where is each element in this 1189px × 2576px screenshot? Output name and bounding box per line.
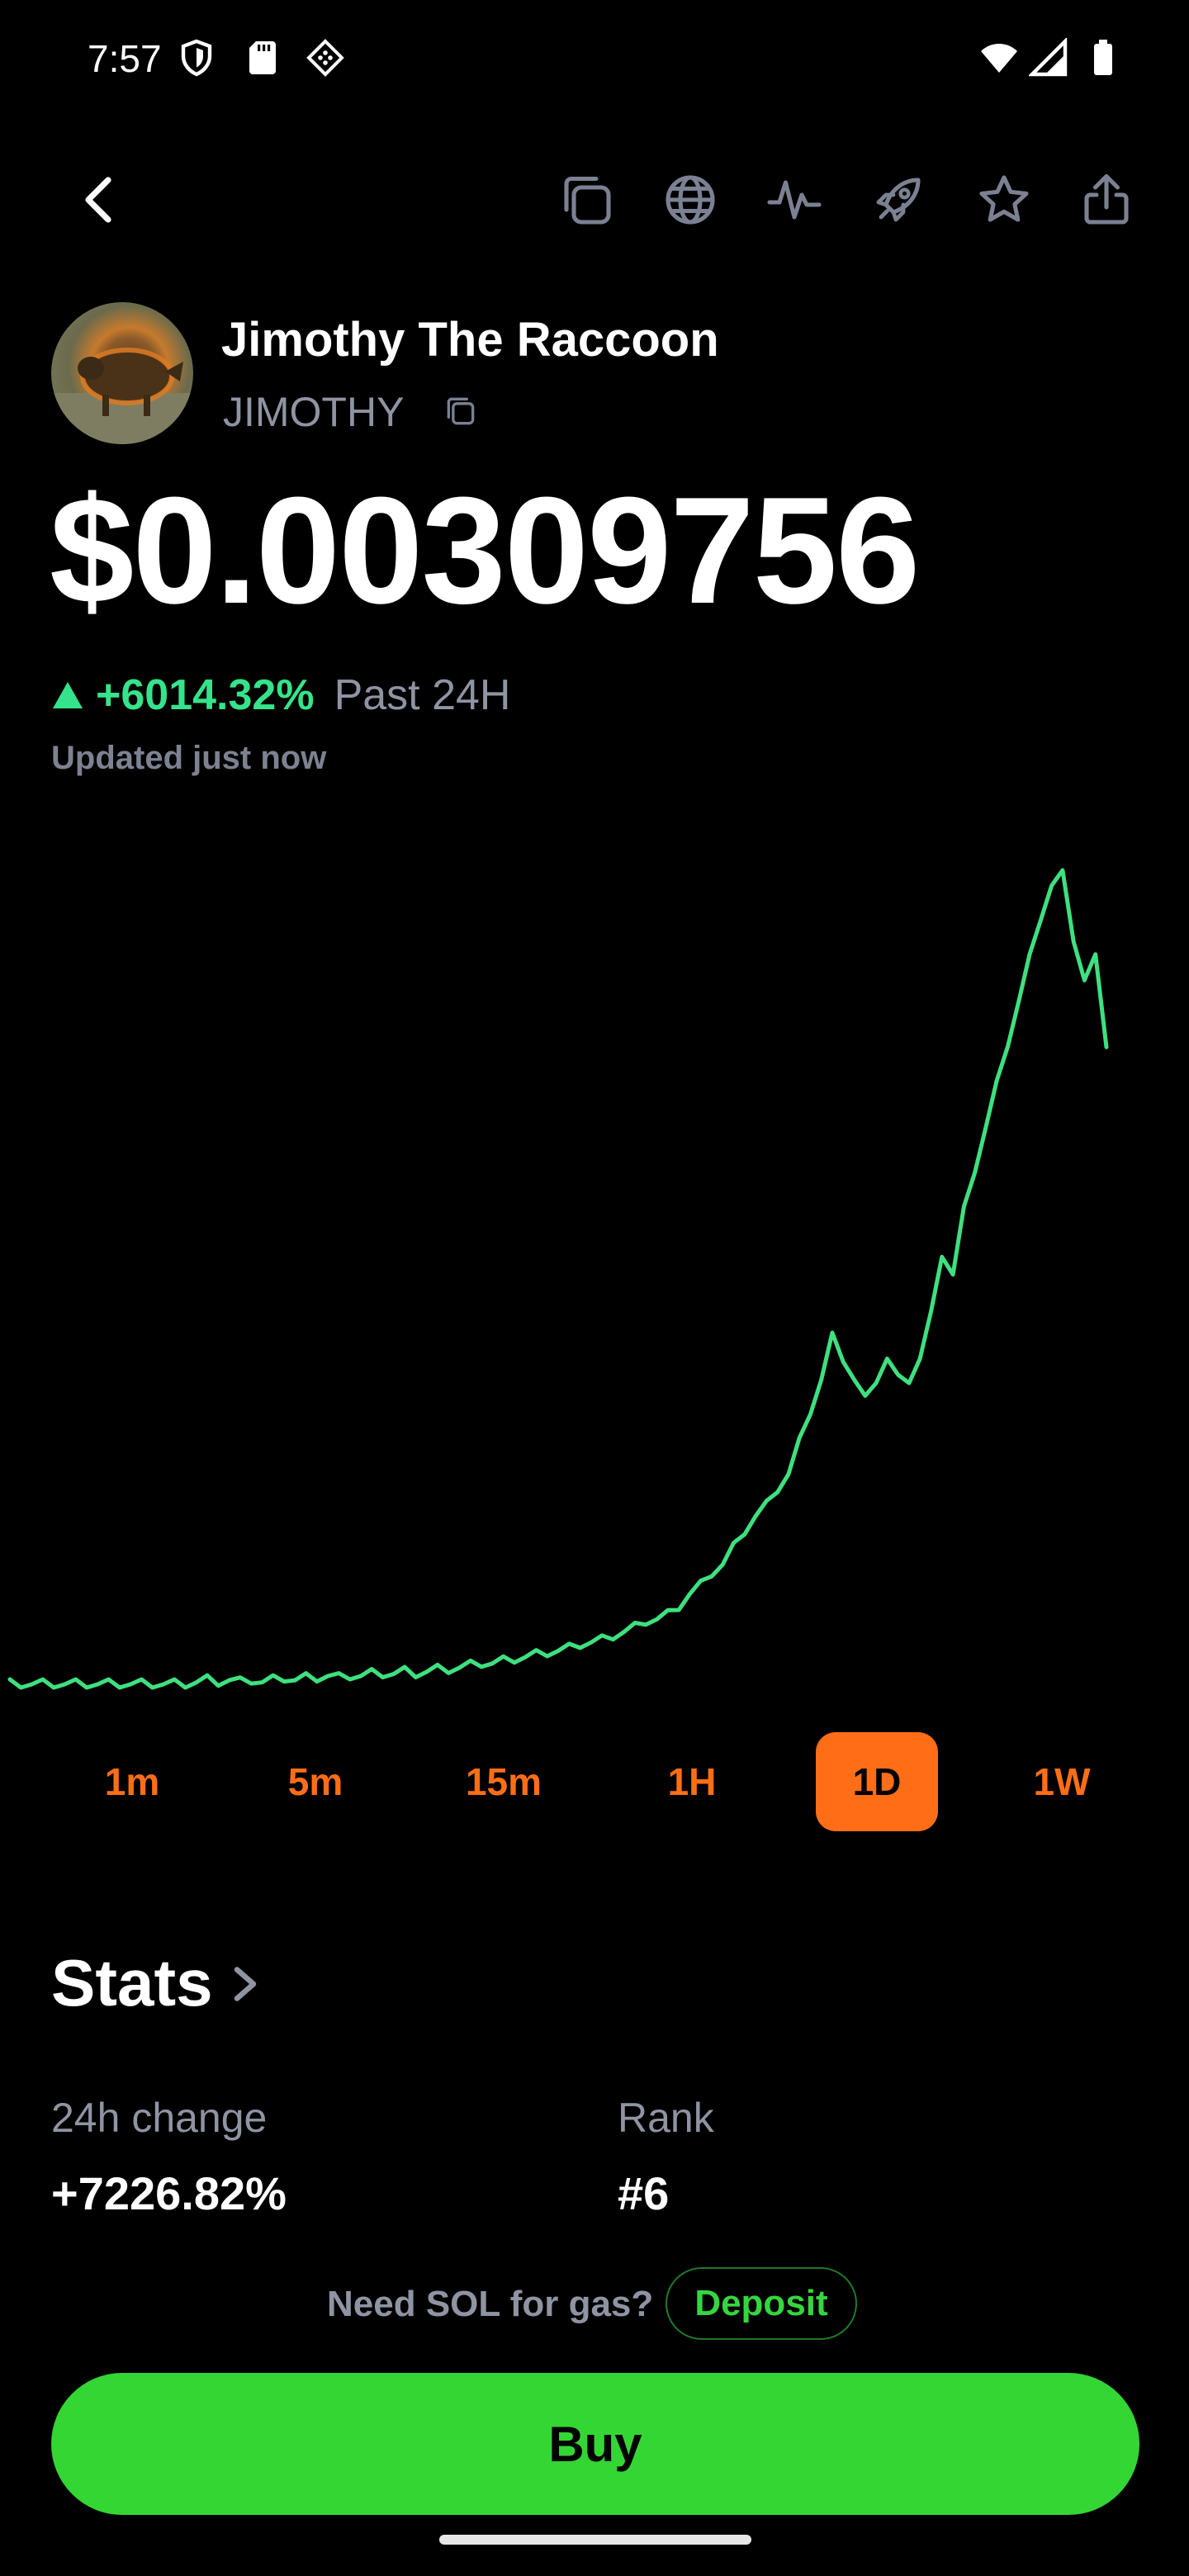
- signal-icon: [1027, 36, 1068, 78]
- range-button-5m[interactable]: 5m: [254, 1732, 377, 1831]
- home-indicator[interactable]: [439, 2535, 751, 2545]
- copy-address-icon[interactable]: [443, 393, 479, 429]
- stat-rank-label: Rank: [618, 2095, 714, 2141]
- chevron-right-icon[interactable]: [225, 1958, 266, 2010]
- up-triangle-icon: [53, 682, 83, 708]
- time-range-selector: 1m 5m 15m 1H 1D 1W: [0, 1732, 1189, 1835]
- stats-title[interactable]: Stats: [51, 1945, 213, 2021]
- copy-icon[interactable]: [557, 170, 616, 230]
- range-button-1d[interactable]: 1D: [816, 1732, 938, 1831]
- token-avatar: [51, 302, 193, 444]
- shield-icon: [177, 38, 216, 78]
- range-button-1w[interactable]: 1W: [1001, 1732, 1123, 1831]
- activity-icon[interactable]: [765, 170, 824, 230]
- change-percent: +6014.32%: [96, 671, 315, 719]
- stat-24h-change-value: +7226.82%: [51, 2167, 287, 2219]
- back-arrow-icon[interactable]: [71, 170, 130, 230]
- price-change: +6014.32% Past 24H: [51, 670, 510, 720]
- deposit-button[interactable]: Deposit: [666, 2267, 857, 2340]
- range-button-15m[interactable]: 15m: [443, 1732, 565, 1831]
- battery-icon: [1083, 38, 1123, 78]
- token-ticker: JIMOTHY: [223, 389, 405, 435]
- star-icon[interactable]: [974, 170, 1034, 230]
- status-time: 7:57: [88, 37, 162, 80]
- wifi-icon: [979, 38, 1019, 78]
- rocket-icon[interactable]: [869, 170, 928, 230]
- app-icon: [306, 38, 345, 78]
- price-chart[interactable]: [0, 826, 1189, 1717]
- token-name: Jimothy The Raccoon: [221, 313, 719, 367]
- price-line-series: [7, 868, 1109, 1690]
- token-price: $0.00309756: [50, 465, 920, 635]
- stat-rank-value: #6: [618, 2167, 670, 2219]
- globe-icon[interactable]: [661, 170, 720, 230]
- change-period: Past 24H: [334, 671, 511, 719]
- gas-prompt: Need SOL for gas?: [327, 2284, 654, 2324]
- sd-card-icon: [243, 38, 282, 78]
- range-button-1h[interactable]: 1H: [631, 1732, 753, 1831]
- buy-button[interactable]: Buy: [51, 2373, 1139, 2515]
- range-button-1m[interactable]: 1m: [71, 1732, 193, 1831]
- stat-24h-change-label: 24h change: [51, 2095, 268, 2141]
- updated-label: Updated just now: [51, 740, 327, 776]
- share-icon[interactable]: [1077, 170, 1136, 230]
